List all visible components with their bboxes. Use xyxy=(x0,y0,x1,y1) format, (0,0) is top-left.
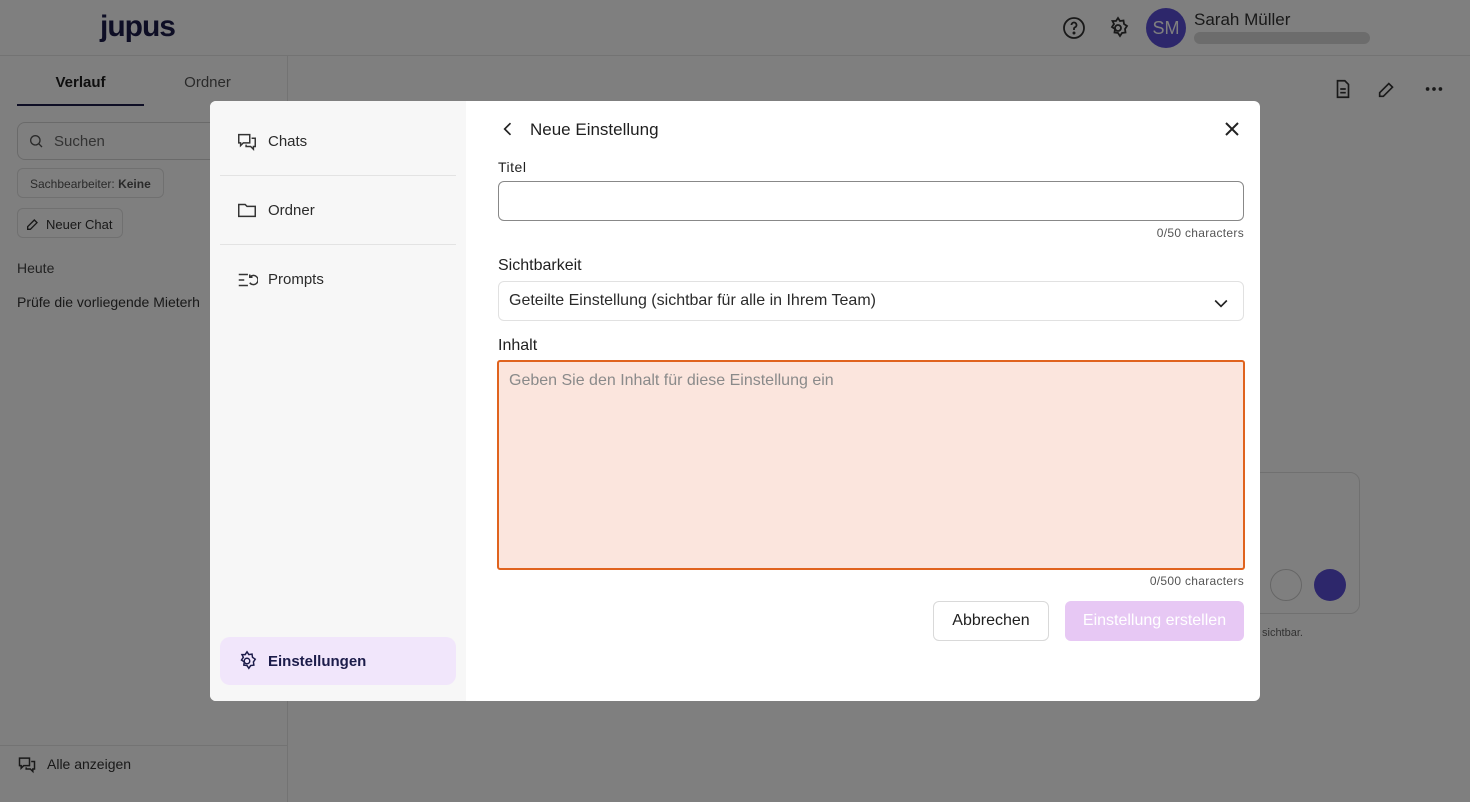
nav-item-label: Einstellungen xyxy=(268,652,367,670)
nav-item-chats[interactable]: Chats xyxy=(220,107,456,176)
content-label: Inhalt xyxy=(498,337,538,354)
folder-icon xyxy=(238,203,256,218)
create-setting-button[interactable]: Einstellung erstellen xyxy=(1065,601,1244,641)
prompts-icon xyxy=(238,273,258,286)
content-textarea[interactable] xyxy=(497,360,1245,570)
modal-content: Neue Einstellung Titel 0/50 characters S… xyxy=(466,101,1260,701)
visibility-label: Sichtbarkeit xyxy=(498,257,582,274)
back-icon[interactable] xyxy=(498,119,518,144)
nav-item-label: Prompts xyxy=(268,271,324,288)
nav-item-label: Ordner xyxy=(268,201,315,219)
modal-title: Neue Einstellung xyxy=(530,120,659,139)
cancel-button[interactable]: Abbrechen xyxy=(933,601,1049,641)
chevron-down-icon xyxy=(1211,293,1231,318)
visibility-select[interactable]: Geteilte Einstellung (sichtbar für alle … xyxy=(498,281,1244,321)
title-label: Titel xyxy=(498,159,527,175)
nav-item-einstellungen[interactable]: Einstellungen xyxy=(220,637,456,685)
close-icon[interactable] xyxy=(1220,117,1244,146)
title-input[interactable] xyxy=(498,181,1244,221)
title-counter: 0/50 characters xyxy=(1156,226,1244,240)
nav-item-prompts[interactable]: Prompts xyxy=(220,245,456,314)
settings-modal: Chats Ordner Prompts Einstellungen Neue … xyxy=(210,101,1260,701)
visibility-value: Geteilte Einstellung (sichtbar für alle … xyxy=(509,292,876,309)
nav-item-label: Chats xyxy=(268,132,308,150)
gear-icon xyxy=(240,650,257,670)
nav-item-ordner[interactable]: Ordner xyxy=(220,176,456,245)
modal-nav: Chats Ordner Prompts Einstellungen xyxy=(210,101,466,701)
content-counter: 0/500 characters xyxy=(1149,574,1244,588)
chats-icon xyxy=(238,133,256,152)
